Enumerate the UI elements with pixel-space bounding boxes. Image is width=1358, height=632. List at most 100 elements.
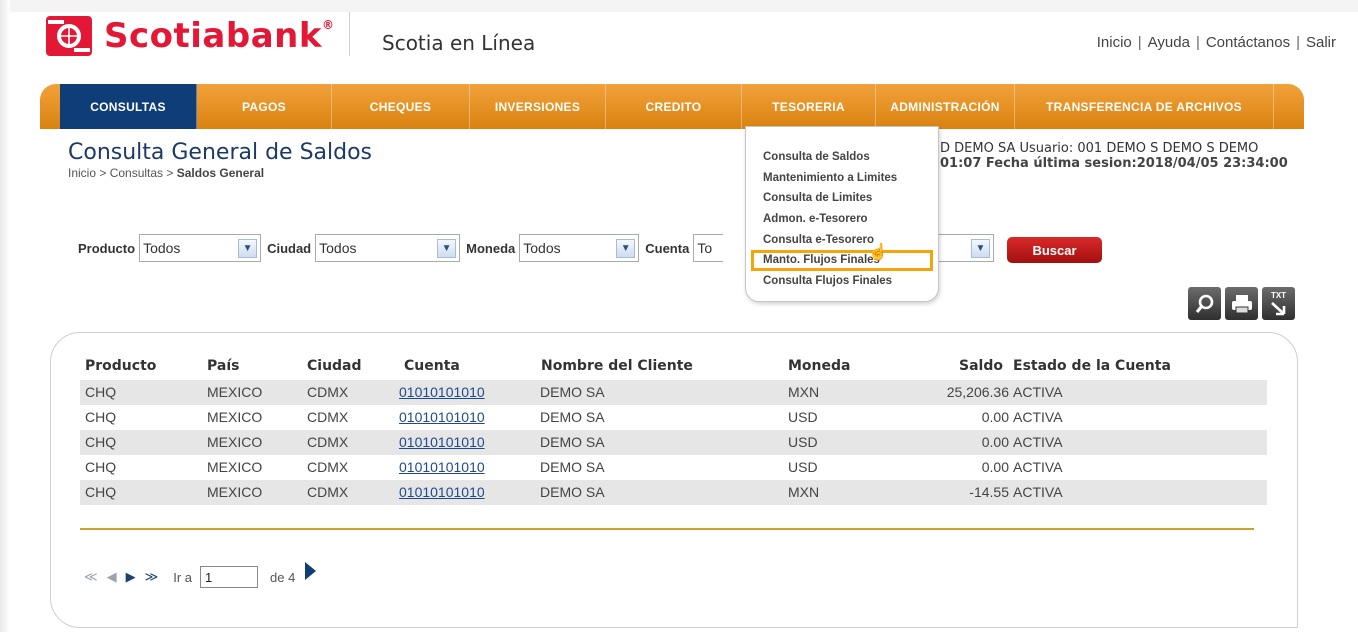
menu-item-consulta-limites[interactable]: Consulta de Limites: [746, 188, 938, 209]
cell-saldo: 0.00: [981, 409, 1009, 425]
prev-page-icon[interactable]: ◀: [107, 569, 117, 585]
table-row: CHQ MEXICO CDMX 01010101010 DEMO SA MXN …: [80, 480, 1267, 505]
user-info-line: D DEMO SA Usuario: 001 DEMO S DEMO S DEM…: [940, 141, 1259, 156]
nav-item-pagos[interactable]: PAGOS: [197, 84, 332, 129]
cell-cliente: DEMO SA: [540, 384, 605, 400]
cell-producto: CHQ: [85, 434, 117, 450]
cell-cuenta-link[interactable]: 01010101010: [399, 409, 485, 425]
cell-pais: MEXICO: [207, 484, 263, 500]
cell-producto: CHQ: [85, 409, 117, 425]
link-separator: |: [1296, 34, 1300, 51]
last-page-icon[interactable]: ≫: [145, 569, 159, 585]
moneda-select[interactable]: Todos ▼: [519, 234, 640, 262]
cell-cuenta-link[interactable]: 01010101010: [399, 434, 485, 450]
producto-label: Producto: [78, 240, 136, 256]
link-contactanos[interactable]: Contáctanos: [1206, 34, 1290, 51]
top-links: Inicio | Ayuda | Contáctanos | Salir: [1097, 34, 1336, 51]
producto-value: Todos: [143, 240, 181, 256]
menu-item-consulta-saldos[interactable]: Consulta de Saldos: [746, 147, 938, 168]
cell-cuenta-link[interactable]: 01010101010: [399, 384, 485, 400]
nav-left-pad: [40, 84, 60, 129]
link-separator: |: [1137, 34, 1142, 51]
buscar-button[interactable]: Buscar: [1007, 237, 1102, 263]
cell-pais: MEXICO: [207, 384, 263, 400]
page-number-input[interactable]: 1: [200, 566, 259, 588]
txt-export-icon[interactable]: TXT: [1262, 287, 1295, 320]
cell-estado: ACTIVA: [1013, 459, 1063, 475]
page-left-shadow: [0, 0, 10, 632]
cell-cuenta-link[interactable]: 01010101010: [399, 459, 485, 475]
page-count-label: de 4: [270, 569, 296, 585]
nav-item-credito[interactable]: CREDITO: [606, 84, 742, 129]
cell-estado: ACTIVA: [1013, 484, 1063, 500]
link-ayuda[interactable]: Ayuda: [1148, 34, 1190, 51]
search-icon[interactable]: [1188, 287, 1221, 320]
tesoreria-dropdown-menu: Consulta de Saldos Mantenimiento a Limit…: [745, 126, 939, 302]
cuenta-select[interactable]: To: [693, 234, 724, 262]
cell-cliente: DEMO SA: [540, 434, 605, 450]
nav-item-transferencia-archivos[interactable]: TRANSFERENCIA DE ARCHIVOS: [1015, 84, 1274, 129]
hand-cursor-icon: ☝: [868, 244, 888, 261]
producto-select[interactable]: Todos ▼: [139, 234, 262, 262]
txt-label: TXT: [1270, 291, 1287, 300]
nav-item-consultas[interactable]: CONSULTAS: [60, 84, 197, 129]
user-session-info: D DEMO SA Usuario: 001 DEMO S DEMO S DEM…: [940, 141, 1288, 171]
brand-name: Scotiabank®: [104, 16, 335, 56]
chevron-down-icon[interactable]: ▼: [238, 238, 258, 258]
table-row: CHQ MEXICO CDMX 01010101010 DEMO SA USD …: [80, 430, 1267, 455]
nav-item-administracion[interactable]: ADMINISTRACIÓN: [876, 84, 1015, 129]
table-row: CHQ MEXICO CDMX 01010101010 DEMO SA USD …: [80, 405, 1267, 430]
link-salir[interactable]: Salir: [1306, 34, 1336, 51]
col-header-moneda: Moneda: [788, 358, 851, 374]
first-page-icon[interactable]: ≪: [84, 569, 98, 585]
menu-item-admon-etesorero[interactable]: Admon. e-Tesorero: [746, 209, 938, 230]
menu-item-mantenimiento-limites[interactable]: Mantenimiento a Limites: [746, 168, 938, 189]
col-header-saldo: Saldo: [959, 358, 1003, 374]
link-inicio[interactable]: Inicio: [1097, 34, 1132, 51]
cell-saldo: -14.55: [969, 484, 1009, 500]
cuenta-value: To: [697, 240, 713, 256]
menu-item-consulta-flujos-finales[interactable]: Consulta Flujos Finales: [746, 271, 938, 292]
col-header-producto: Producto: [85, 358, 157, 374]
cell-ciudad: CDMX: [307, 409, 349, 425]
breadcrumb-path[interactable]: Inicio > Consultas >: [68, 166, 177, 180]
ciudad-value: Todos: [319, 240, 357, 256]
page-title: Consulta General de Saldos: [68, 140, 373, 165]
col-header-cuenta: Cuenta: [404, 358, 460, 374]
breadcrumb-current: Saldos General: [176, 166, 265, 180]
menu-item-manto-flujos-finales[interactable]: Manto. Flujos Finales: [751, 249, 933, 271]
nav-item-inversiones[interactable]: INVERSIONES: [470, 84, 606, 129]
next-page-icon[interactable]: ▶: [126, 569, 136, 585]
go-page-arrow-icon[interactable]: [305, 562, 317, 580]
col-header-estado: Estado de la Cuenta: [1013, 358, 1171, 374]
cell-saldo: 25,206.36: [946, 384, 1009, 400]
cell-estado: ACTIVA: [1013, 384, 1063, 400]
nav-item-cheques[interactable]: CHEQUES: [332, 84, 470, 129]
ciudad-select[interactable]: Todos ▼: [315, 234, 461, 262]
cell-pais: MEXICO: [207, 459, 263, 475]
cell-saldo: 0.00: [981, 434, 1009, 450]
print-icon[interactable]: [1225, 287, 1258, 320]
cell-cliente: DEMO SA: [540, 409, 605, 425]
chevron-down-icon[interactable]: ▼: [616, 238, 636, 258]
scotiabank-logo[interactable]: Scotiabank®: [44, 14, 334, 58]
moneda-label: Moneda: [466, 240, 516, 256]
cell-moneda: MXN: [788, 484, 820, 500]
menu-item-consulta-etesorero[interactable]: Consulta e-Tesorero: [746, 229, 938, 250]
cuenta-select-arrow[interactable]: ▼: [938, 234, 994, 262]
cell-ciudad: CDMX: [307, 384, 349, 400]
nav-item-tesoreria[interactable]: TESORERIA: [742, 84, 876, 129]
cell-ciudad: CDMX: [307, 484, 349, 500]
main-nav: CONSULTAS PAGOS CHEQUES INVERSIONES CRED…: [40, 84, 1304, 129]
pagination: ≪ ◀ ▶ ≫ Ir a 1 de 4: [84, 562, 317, 588]
cell-moneda: USD: [788, 459, 818, 475]
cell-cuenta-link[interactable]: 01010101010: [399, 484, 485, 500]
table-row: CHQ MEXICO CDMX 01010101010 DEMO SA USD …: [80, 455, 1267, 480]
chevron-down-icon[interactable]: ▼: [971, 238, 990, 258]
ciudad-label: Ciudad: [267, 240, 312, 256]
cell-saldo: 0.00: [981, 459, 1009, 475]
filter-bar: Producto Todos ▼ Ciudad Todos ▼ Moneda T…: [78, 234, 729, 262]
toolbar-icons: TXT: [1188, 287, 1295, 320]
chevron-down-icon[interactable]: ▼: [437, 238, 457, 258]
cell-cliente: DEMO SA: [540, 459, 605, 475]
